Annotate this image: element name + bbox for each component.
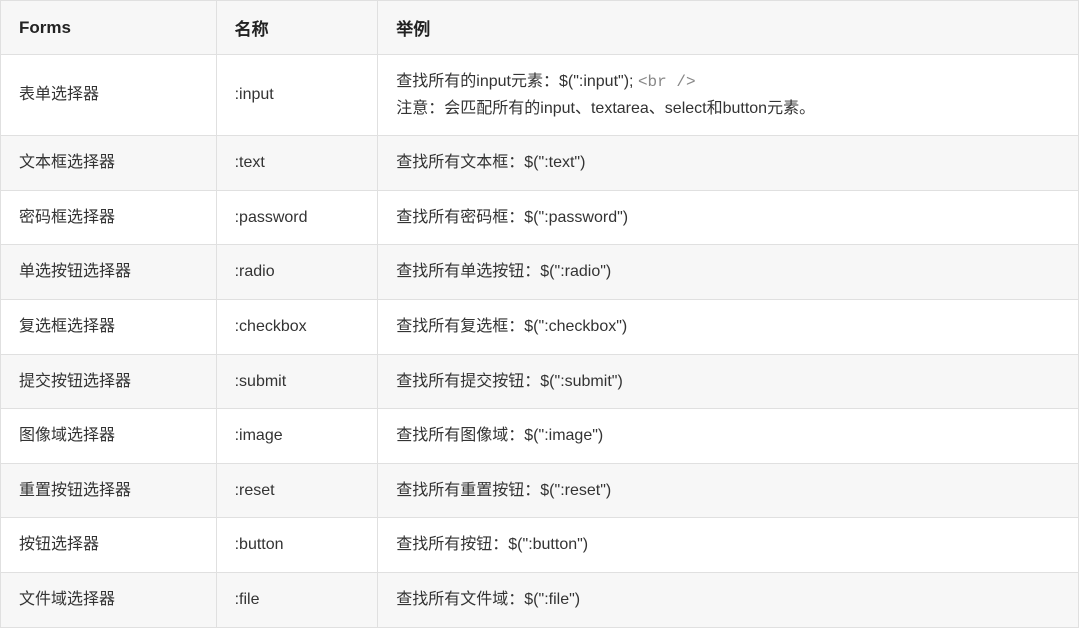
cell-forms: 文件域选择器: [1, 572, 217, 627]
header-example: 举例: [378, 1, 1079, 55]
cell-forms: 单选按钮选择器: [1, 245, 217, 300]
cell-name: :checkbox: [216, 299, 378, 354]
table-row: 密码框选择器 :password 查找所有密码框：$(":password"): [1, 190, 1079, 245]
cell-example: 查找所有单选按钮：$(":radio"): [378, 245, 1079, 300]
table-row: 复选框选择器 :checkbox 查找所有复选框：$(":checkbox"): [1, 299, 1079, 354]
table-header-row: Forms 名称 举例: [1, 1, 1079, 55]
cell-name: :input: [216, 55, 378, 136]
cell-forms: 复选框选择器: [1, 299, 217, 354]
header-name: 名称: [216, 1, 378, 55]
example-line-2: 注意：会匹配所有的input、textarea、select和button元素。: [396, 96, 1060, 122]
table-row: 文本框选择器 :text 查找所有文本框：$(":text"): [1, 136, 1079, 191]
table-row: 表单选择器 :input 查找所有的input元素：$(":input"); <…: [1, 55, 1079, 136]
cell-name: :text: [216, 136, 378, 191]
example-line-1: 查找所有的input元素：$(":input"); <br />: [396, 69, 1060, 96]
cell-example: 查找所有提交按钮：$(":submit"): [378, 354, 1079, 409]
cell-example: 查找所有密码框：$(":password"): [378, 190, 1079, 245]
cell-example: 查找所有文本框：$(":text"): [378, 136, 1079, 191]
cell-name: :submit: [216, 354, 378, 409]
table-row: 图像域选择器 :image 查找所有图像域：$(":image"): [1, 409, 1079, 464]
cell-example: 查找所有按钮：$(":button"): [378, 518, 1079, 573]
cell-name: :button: [216, 518, 378, 573]
br-tag-code: <br />: [638, 73, 696, 91]
cell-name: :image: [216, 409, 378, 464]
cell-forms: 按钮选择器: [1, 518, 217, 573]
table-row: 按钮选择器 :button 查找所有按钮：$(":button"): [1, 518, 1079, 573]
table-row: 单选按钮选择器 :radio 查找所有单选按钮：$(":radio"): [1, 245, 1079, 300]
cell-example: 查找所有图像域：$(":image"): [378, 409, 1079, 464]
cell-forms: 文本框选择器: [1, 136, 217, 191]
cell-example: 查找所有的input元素：$(":input"); <br /> 注意：会匹配所…: [378, 55, 1079, 136]
table-row: 文件域选择器 :file 查找所有文件域：$(":file"): [1, 572, 1079, 627]
header-forms: Forms: [1, 1, 217, 55]
cell-forms: 表单选择器: [1, 55, 217, 136]
cell-example: 查找所有复选框：$(":checkbox"): [378, 299, 1079, 354]
cell-name: :radio: [216, 245, 378, 300]
cell-forms: 重置按钮选择器: [1, 463, 217, 518]
selectors-table: Forms 名称 举例 表单选择器 :input 查找所有的input元素：$(…: [0, 0, 1079, 628]
table-row: 重置按钮选择器 :reset 查找所有重置按钮：$(":reset"): [1, 463, 1079, 518]
cell-name: :file: [216, 572, 378, 627]
cell-forms: 提交按钮选择器: [1, 354, 217, 409]
cell-forms: 图像域选择器: [1, 409, 217, 464]
example-text-pre: 查找所有的input元素：$(":input");: [396, 73, 638, 90]
cell-name: :password: [216, 190, 378, 245]
cell-example: 查找所有文件域：$(":file"): [378, 572, 1079, 627]
cell-name: :reset: [216, 463, 378, 518]
cell-example: 查找所有重置按钮：$(":reset"): [378, 463, 1079, 518]
table-body: 表单选择器 :input 查找所有的input元素：$(":input"); <…: [1, 55, 1079, 628]
cell-forms: 密码框选择器: [1, 190, 217, 245]
table-row: 提交按钮选择器 :submit 查找所有提交按钮：$(":submit"): [1, 354, 1079, 409]
